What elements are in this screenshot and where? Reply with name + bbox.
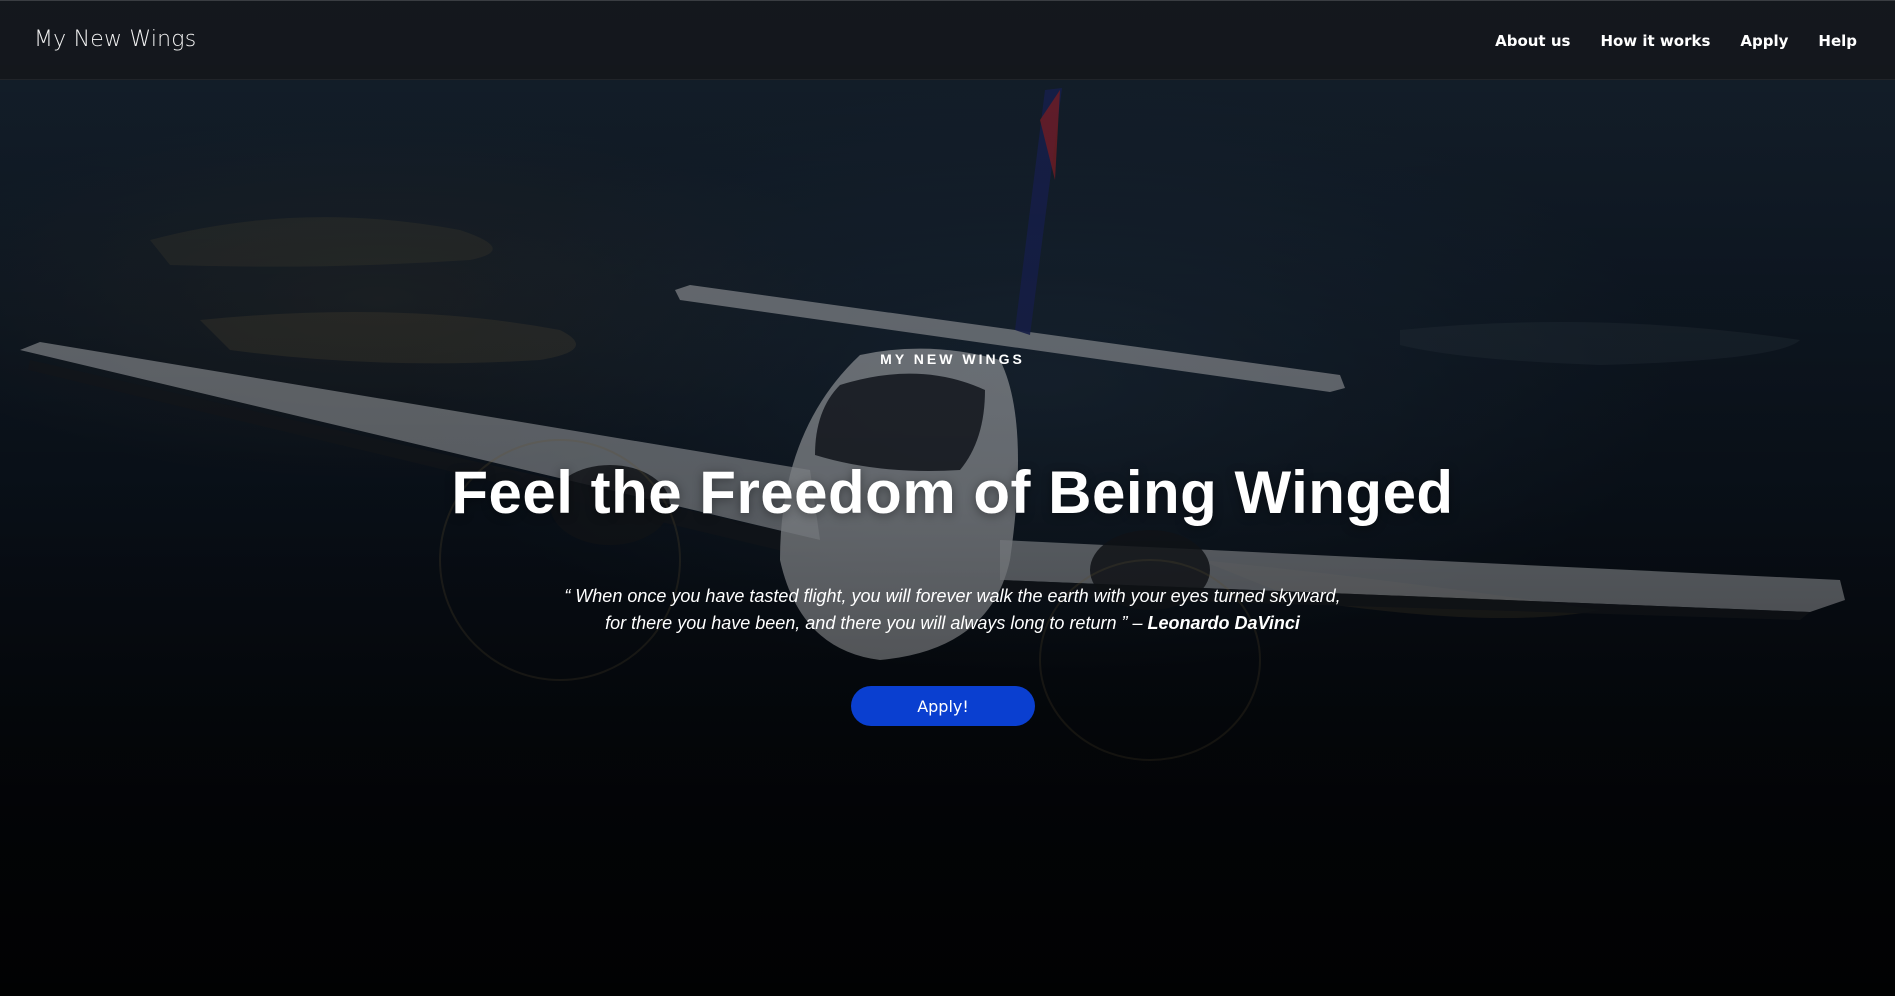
- quote-line-1: “ When once you have tasted flight, you …: [564, 586, 1341, 606]
- nav-link-about-us[interactable]: About us: [1495, 32, 1570, 50]
- nav-links: About us How it works Apply Help: [1495, 32, 1857, 50]
- top-navbar: My New Wings About us How it works Apply…: [0, 0, 1895, 80]
- quote-line-2-text: for there you have been, and there you w…: [605, 613, 1143, 633]
- apply-button[interactable]: Apply!: [851, 686, 1035, 726]
- nav-link-how-it-works[interactable]: How it works: [1600, 32, 1710, 50]
- landing-page: My New Wings About us How it works Apply…: [0, 0, 1895, 996]
- nav-link-help[interactable]: Help: [1818, 32, 1857, 50]
- hero-quote: “ When once you have tasted flight, you …: [0, 583, 1895, 637]
- hero-headline: Feel the Freedom of Being Winged: [451, 459, 1454, 526]
- hero-eyebrow: MY NEW WINGS: [880, 351, 1025, 367]
- quote-line-2: for there you have been, and there you w…: [0, 610, 1895, 637]
- hero-section: MY NEW WINGS Feel the Freedom of Being W…: [0, 0, 1895, 996]
- nav-link-apply[interactable]: Apply: [1740, 32, 1788, 50]
- brand-logo[interactable]: My New Wings: [34, 27, 196, 52]
- quote-author: Leonardo DaVinci: [1147, 613, 1300, 633]
